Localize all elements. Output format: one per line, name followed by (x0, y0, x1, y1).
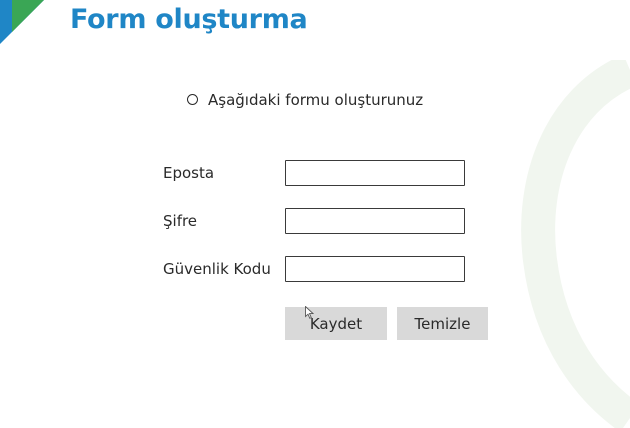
instruction-text: Aşağıdaki formu oluşturunuz (208, 91, 424, 109)
security-code-field[interactable] (285, 256, 465, 282)
mouse-cursor-icon (305, 306, 314, 319)
save-button[interactable]: Kaydet (285, 307, 387, 340)
password-label: Şifre (163, 212, 198, 230)
email-field[interactable] (285, 160, 465, 186)
clear-button[interactable]: Temizle (397, 307, 488, 340)
circle-bullet-icon (187, 94, 198, 105)
background-arc-decoration (521, 60, 630, 428)
corner-decoration (0, 0, 44, 44)
password-field[interactable] (285, 208, 465, 234)
security-code-label: Güvenlik Kodu (163, 260, 271, 278)
email-label: Eposta (163, 164, 215, 182)
page-title: Form oluşturma (70, 4, 308, 35)
instruction-line: Aşağıdaki formu oluşturunuz (187, 91, 423, 109)
